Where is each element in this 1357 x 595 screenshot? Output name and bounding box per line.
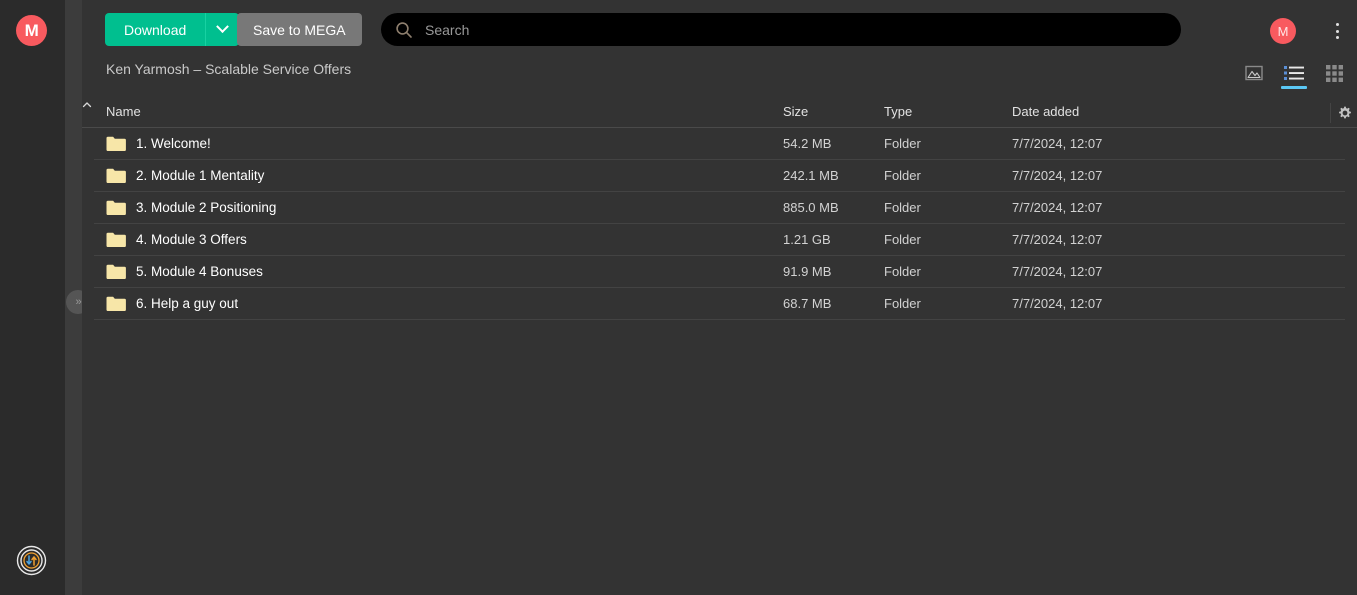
file-type: Folder	[884, 136, 921, 151]
file-name: 5. Module 4 Bonuses	[136, 264, 263, 279]
breadcrumb[interactable]: Ken Yarmosh – Scalable Service Offers	[106, 61, 351, 77]
kebab-dot	[1335, 36, 1339, 39]
file-type: Folder	[884, 168, 921, 183]
download-button-group: Download	[105, 13, 240, 46]
kebab-dot	[1335, 29, 1339, 33]
folder-icon	[106, 168, 126, 184]
main-content: Download Save to MEGA M	[82, 0, 1357, 595]
folder-icon	[106, 232, 126, 248]
search-bar[interactable]	[381, 13, 1181, 46]
column-header-name[interactable]: Name	[106, 104, 141, 119]
download-options-button[interactable]	[205, 13, 240, 46]
chevron-down-icon	[216, 20, 230, 34]
file-size: 885.0 MB	[783, 200, 839, 215]
folder-icon	[106, 264, 126, 280]
mega-logo-letter: M	[24, 21, 39, 40]
chevron-double-right-icon: »	[75, 295, 81, 308]
table-body: 1. Welcome! 54.2 MB Folder 7/7/2024, 12:07 2…	[82, 128, 1357, 320]
table-header-row: Name Size Type Date added	[82, 97, 1357, 128]
search-icon	[396, 21, 412, 38]
download-button[interactable]: Download	[105, 13, 206, 46]
file-date-added: 7/7/2024, 12:07	[1012, 136, 1103, 151]
file-type: Folder	[884, 264, 921, 279]
gear-icon[interactable]	[1330, 103, 1352, 123]
table-row[interactable]: 6. Help a guy out 68.7 MB Folder 7/7/2024, …	[94, 288, 1345, 320]
column-header-type[interactable]: Type	[884, 104, 912, 119]
kebab-dot	[1335, 23, 1339, 26]
file-date-added: 7/7/2024, 12:07	[1012, 200, 1103, 215]
file-date-added: 7/7/2024, 12:07	[1012, 168, 1103, 183]
transfer-status-icon[interactable]	[16, 545, 47, 576]
user-avatar[interactable]: M	[1270, 18, 1296, 44]
gallery-view-button[interactable]	[1243, 60, 1265, 86]
file-name: 1. Welcome!	[136, 136, 211, 151]
file-type: Folder	[884, 200, 921, 215]
column-header-date[interactable]: Date added	[1012, 104, 1079, 119]
list-icon	[1284, 66, 1304, 80]
file-name: 4. Module 3 Offers	[136, 232, 247, 247]
file-type: Folder	[884, 232, 921, 247]
save-to-mega-button[interactable]: Save to MEGA	[237, 13, 362, 46]
file-table: Name Size Type Date added 1. Welcome! 54.…	[82, 97, 1357, 320]
kebab-menu-icon[interactable]	[1328, 21, 1346, 41]
file-name: 2. Module 1 Mentality	[136, 168, 265, 183]
top-toolbar: Download Save to MEGA M	[82, 0, 1357, 58]
mega-file-browser: M » Download Save to MEGA Search M Ken Y…	[0, 0, 1357, 595]
mega-logo[interactable]: M	[16, 15, 47, 46]
table-row[interactable]: 4. Module 3 Offers 1.21 GB Folder 7/7/2024,…	[94, 224, 1345, 256]
grid-view-button[interactable]	[1323, 60, 1345, 86]
folder-icon	[106, 296, 126, 312]
avatar-letter: M	[1277, 23, 1289, 39]
file-size: 91.9 MB	[783, 264, 832, 279]
file-name: 6. Help a guy out	[136, 296, 239, 311]
file-size: 54.2 MB	[783, 136, 832, 151]
left-sidebar: M	[0, 0, 65, 595]
file-type: Folder	[884, 296, 921, 311]
file-size: 1.21 GB	[783, 232, 831, 247]
file-name: 3. Module 2 Positioning	[136, 200, 277, 215]
table-row[interactable]: 5. Module 4 Bonuses 91.9 MB Folder 7/7/2024…	[94, 256, 1345, 288]
list-view-button[interactable]	[1281, 60, 1307, 89]
folder-icon	[106, 136, 126, 152]
file-date-added: 7/7/2024, 12:07	[1012, 232, 1103, 247]
table-row[interactable]: 2. Module 1 Mentality 242.1 MB Folder 7/7/2…	[94, 160, 1345, 192]
caret-up-icon	[82, 102, 92, 108]
table-row[interactable]: 1. Welcome! 54.2 MB Folder 7/7/2024, 12:07	[94, 128, 1345, 160]
folder-icon	[106, 200, 126, 216]
table-row[interactable]: 3. Module 2 Positioning 885.0 MB Folder 7/7…	[94, 192, 1345, 224]
search-input[interactable]	[425, 21, 1181, 38]
file-size: 68.7 MB	[783, 296, 832, 311]
column-header-size[interactable]: Size	[783, 104, 808, 119]
file-date-added: 7/7/2024, 12:07	[1012, 296, 1103, 311]
file-date-added: 7/7/2024, 12:07	[1012, 264, 1103, 279]
grid-icon	[1325, 64, 1343, 82]
file-size: 242.1 MB	[783, 168, 839, 183]
image-icon	[1245, 65, 1263, 81]
view-toggle-group	[1243, 58, 1345, 89]
